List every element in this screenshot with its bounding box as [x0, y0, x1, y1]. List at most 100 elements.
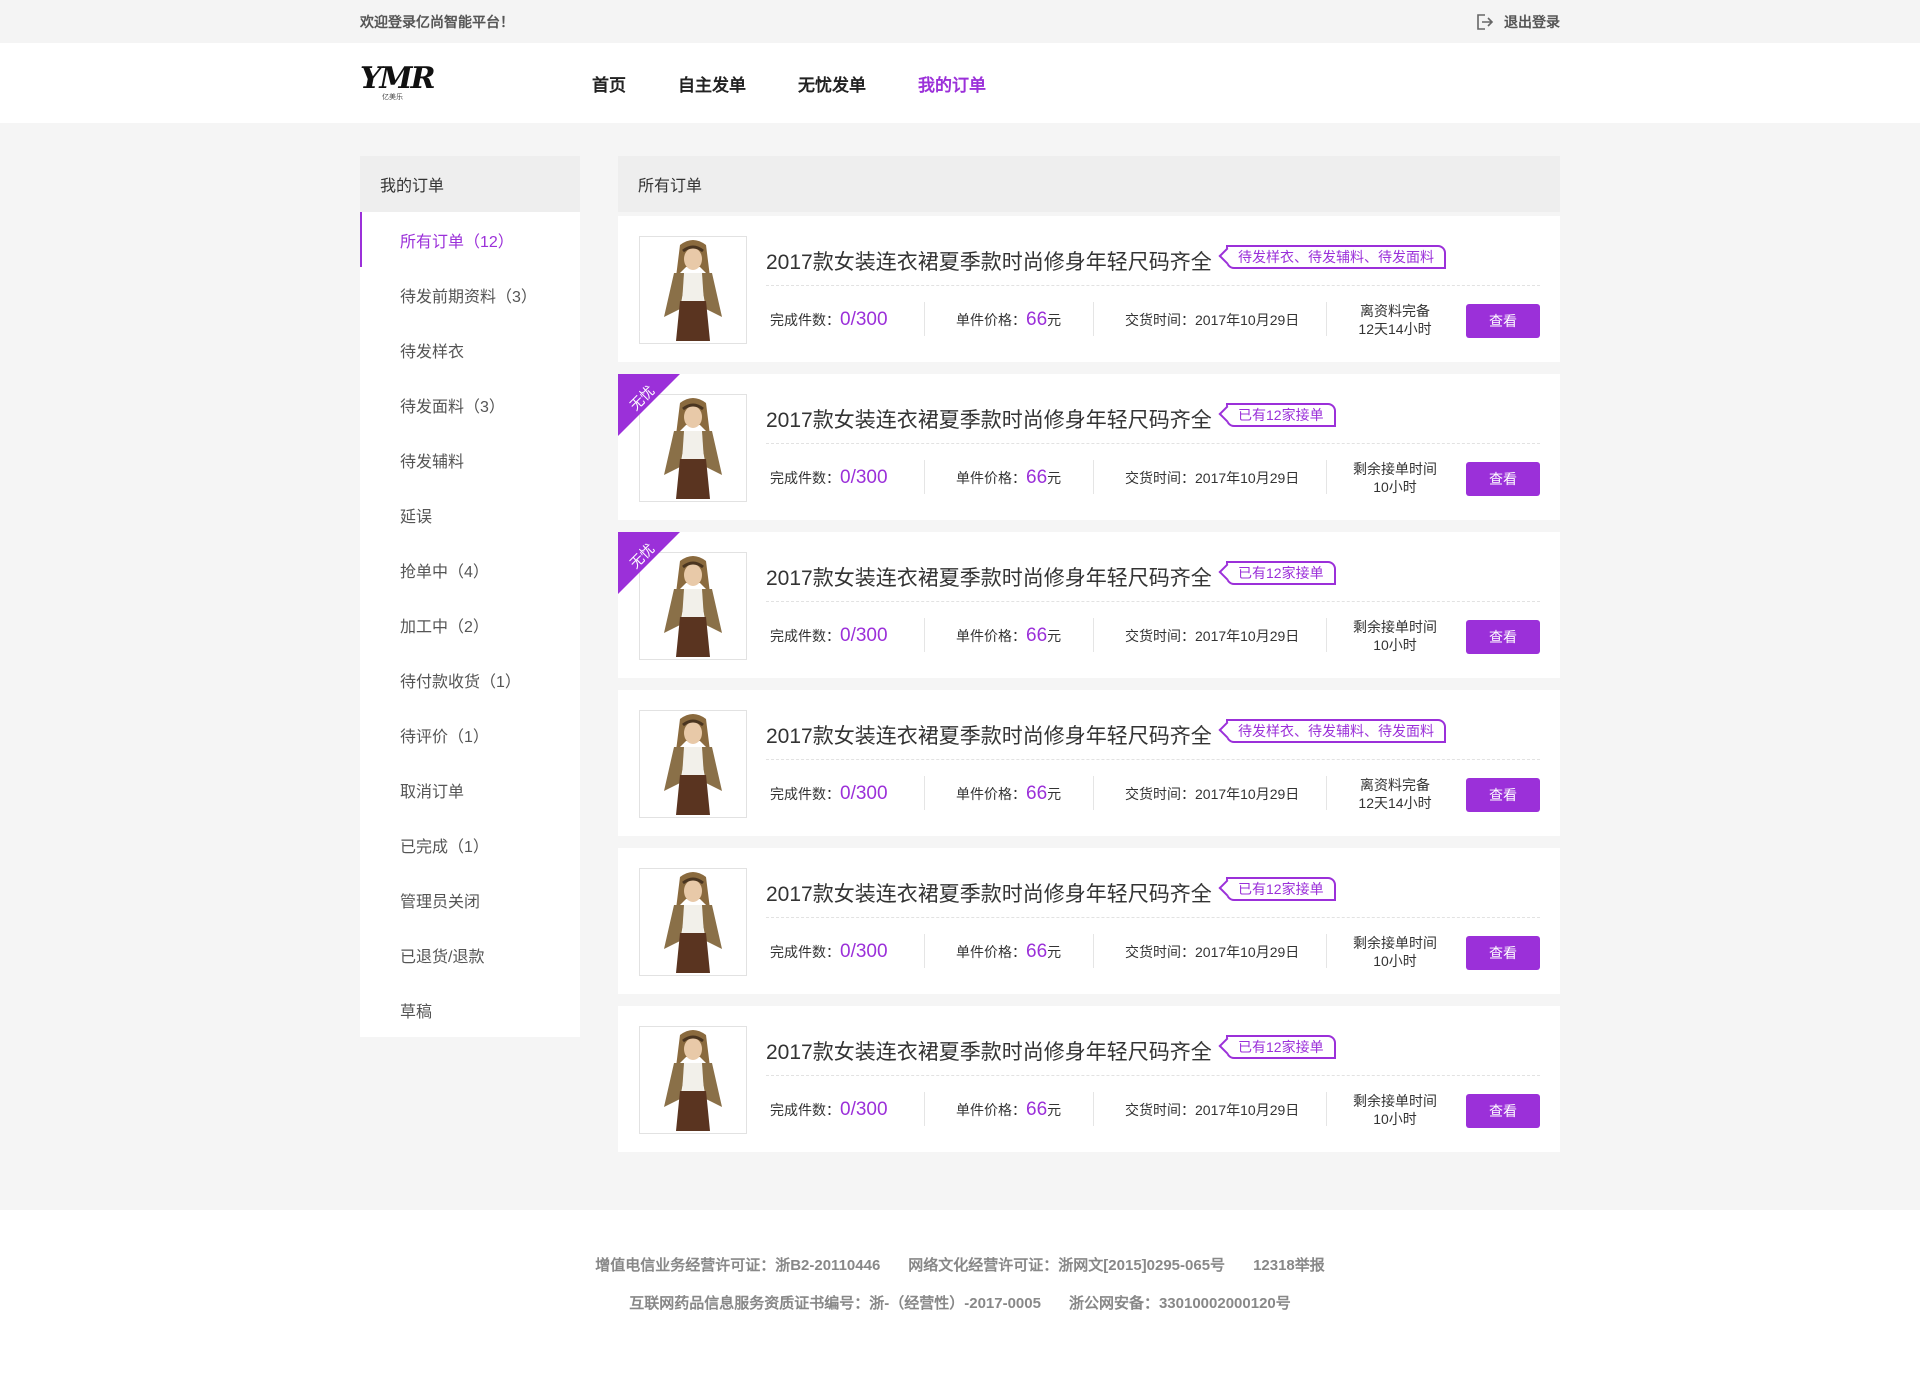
delivery-value: 2017年10月29日	[1195, 786, 1300, 802]
delivery-label: 交货时间：	[1125, 628, 1195, 644]
top-bar: 欢迎登录亿尚智能平台！ 退出登录	[0, 0, 1920, 43]
separator	[1326, 934, 1327, 968]
separator	[924, 776, 925, 810]
price-label: 单件价格：	[956, 470, 1026, 486]
welcome-text: 欢迎登录亿尚智能平台！	[360, 13, 514, 30]
price-value: 66	[1026, 783, 1048, 804]
remaining-value: 10小时	[1373, 479, 1417, 495]
separator	[1326, 618, 1327, 652]
view-order-button[interactable]: 查看	[1466, 304, 1540, 338]
remaining-label: 剩余接单时间	[1353, 935, 1437, 951]
footer-text: 网络文化经营许可证：浙网文[2015]0295-065号	[908, 1256, 1226, 1274]
completed-count: 完成件数： 0/300	[770, 933, 888, 971]
sidebar-item-5[interactable]: 延误	[360, 487, 580, 542]
view-order-button[interactable]: 查看	[1466, 620, 1540, 654]
price-unit: 元	[1047, 312, 1062, 328]
separator	[924, 1092, 925, 1126]
order-title[interactable]: 2017款女装连衣裙夏季款时尚修身年轻尺码齐全	[766, 878, 1212, 908]
footer-line-2: 互联网药品信息服务资质证书编号：浙-（经营性）-2017-0005 浙公网安备：3…	[0, 1283, 1920, 1321]
sidebar-item-0[interactable]: 所有订单（12）	[360, 212, 580, 267]
delivery-label: 交货时间：	[1125, 786, 1195, 802]
product-thumbnail[interactable]	[639, 868, 747, 976]
delivery-value: 2017年10月29日	[1195, 470, 1300, 486]
view-order-button[interactable]: 查看	[1466, 462, 1540, 496]
sidebar-item-2[interactable]: 待发样衣	[360, 322, 580, 377]
separator	[924, 934, 925, 968]
sidebar-item-1[interactable]: 待发前期资料（3）	[360, 267, 580, 322]
divider	[766, 285, 1540, 286]
logout-link[interactable]: 退出登录	[1474, 12, 1560, 32]
nav-item-1[interactable]: 自主发单	[678, 71, 746, 96]
order-title[interactable]: 2017款女装连衣裙夏季款时尚修身年轻尺码齐全	[766, 404, 1212, 434]
product-thumbnail[interactable]	[639, 236, 747, 344]
content-title: 所有订单	[618, 156, 1560, 212]
sidebar-item-14[interactable]: 草稿	[360, 982, 580, 1037]
nav-item-0[interactable]: 首页	[592, 71, 626, 96]
product-thumbnail[interactable]	[639, 1026, 747, 1134]
separator	[1326, 460, 1327, 494]
delivery-value: 2017年10月29日	[1195, 944, 1300, 960]
order-title[interactable]: 2017款女装连衣裙夏季款时尚修身年轻尺码齐全	[766, 562, 1212, 592]
sidebar-item-3[interactable]: 待发面料（3）	[360, 377, 580, 432]
separator	[1093, 776, 1094, 810]
delivery-time: 交货时间： 2017年10月29日	[1125, 933, 1299, 971]
unit-price: 单件价格： 66 元	[956, 933, 1061, 971]
sidebar-item-6[interactable]: 抢单中（4）	[360, 542, 580, 597]
completed-label: 完成件数：	[770, 312, 840, 328]
logout-label: 退出登录	[1504, 13, 1560, 30]
separator	[924, 302, 925, 336]
separator	[1093, 302, 1094, 336]
remaining-label: 剩余接单时间	[1353, 461, 1437, 477]
sidebar-item-10[interactable]: 取消订单	[360, 762, 580, 817]
order-card: 2017款女装连衣裙夏季款时尚修身年轻尺码齐全 已有12家接单 完成件数： 0/300…	[618, 1006, 1560, 1152]
view-order-button[interactable]: 查看	[1466, 1094, 1540, 1128]
order-status-tag: 待发样衣、待发辅料、待发面料	[1226, 245, 1446, 269]
price-value: 66	[1026, 1099, 1048, 1120]
price-label: 单件价格：	[956, 944, 1026, 960]
order-title[interactable]: 2017款女装连衣裙夏季款时尚修身年轻尺码齐全	[766, 720, 1212, 750]
price-value: 66	[1026, 941, 1048, 962]
completed-value: 0/300	[840, 467, 888, 488]
completed-count: 完成件数： 0/300	[770, 775, 888, 813]
footer-text[interactable]: 12318举报	[1253, 1254, 1325, 1275]
unit-price: 单件价格： 66 元	[956, 301, 1061, 339]
delivery-time: 交货时间： 2017年10月29日	[1125, 301, 1299, 339]
order-title[interactable]: 2017款女装连衣裙夏季款时尚修身年轻尺码齐全	[766, 246, 1212, 276]
remaining-label: 离资料完备	[1360, 303, 1430, 319]
nav-item-2[interactable]: 无忧发单	[798, 71, 866, 96]
separator	[924, 460, 925, 494]
product-thumbnail[interactable]	[639, 710, 747, 818]
remaining-time: 离资料完备 12天14小时	[1344, 776, 1446, 812]
price-unit: 元	[1047, 470, 1062, 486]
order-status-tag: 已有12家接单	[1226, 1035, 1336, 1059]
separator	[1093, 460, 1094, 494]
order-list: 2017款女装连衣裙夏季款时尚修身年轻尺码齐全 待发样衣、待发辅料、待发面料 完成件…	[618, 216, 1560, 1152]
order-status-tag: 待发样衣、待发辅料、待发面料	[1226, 719, 1446, 743]
sidebar-item-12[interactable]: 管理员关闭	[360, 872, 580, 927]
unit-price: 单件价格： 66 元	[956, 775, 1061, 813]
worry-free-ribbon: 无忧	[618, 532, 680, 594]
logo[interactable]: YMR 亿美乐	[360, 61, 436, 105]
completed-label: 完成件数：	[770, 628, 840, 644]
order-status-tag: 已有12家接单	[1226, 561, 1336, 585]
price-label: 单件价格：	[956, 312, 1026, 328]
sidebar-item-7[interactable]: 加工中（2）	[360, 597, 580, 652]
price-unit: 元	[1047, 1102, 1062, 1118]
nav-item-3[interactable]: 我的订单	[918, 71, 986, 96]
sidebar-item-11[interactable]: 已完成（1）	[360, 817, 580, 872]
sidebar-item-13[interactable]: 已退货/退款	[360, 927, 580, 982]
sidebar-item-8[interactable]: 待付款收货（1）	[360, 652, 580, 707]
view-order-button[interactable]: 查看	[1466, 936, 1540, 970]
sidebar-item-9[interactable]: 待评价（1）	[360, 707, 580, 762]
separator	[1326, 1092, 1327, 1126]
remaining-time: 剩余接单时间 10小时	[1344, 460, 1446, 496]
price-unit: 元	[1047, 944, 1062, 960]
delivery-time: 交货时间： 2017年10月29日	[1125, 1091, 1299, 1129]
unit-price: 单件价格： 66 元	[956, 1091, 1061, 1129]
order-content: 所有订单 2017款女装连衣裙夏季款时尚修身年轻尺码齐全 待发样衣、待发辅料、待发…	[618, 156, 1560, 1152]
remaining-label: 离资料完备	[1360, 777, 1430, 793]
sidebar-item-4[interactable]: 待发辅料	[360, 432, 580, 487]
view-order-button[interactable]: 查看	[1466, 778, 1540, 812]
remaining-label: 剩余接单时间	[1353, 1093, 1437, 1109]
order-title[interactable]: 2017款女装连衣裙夏季款时尚修身年轻尺码齐全	[766, 1036, 1212, 1066]
